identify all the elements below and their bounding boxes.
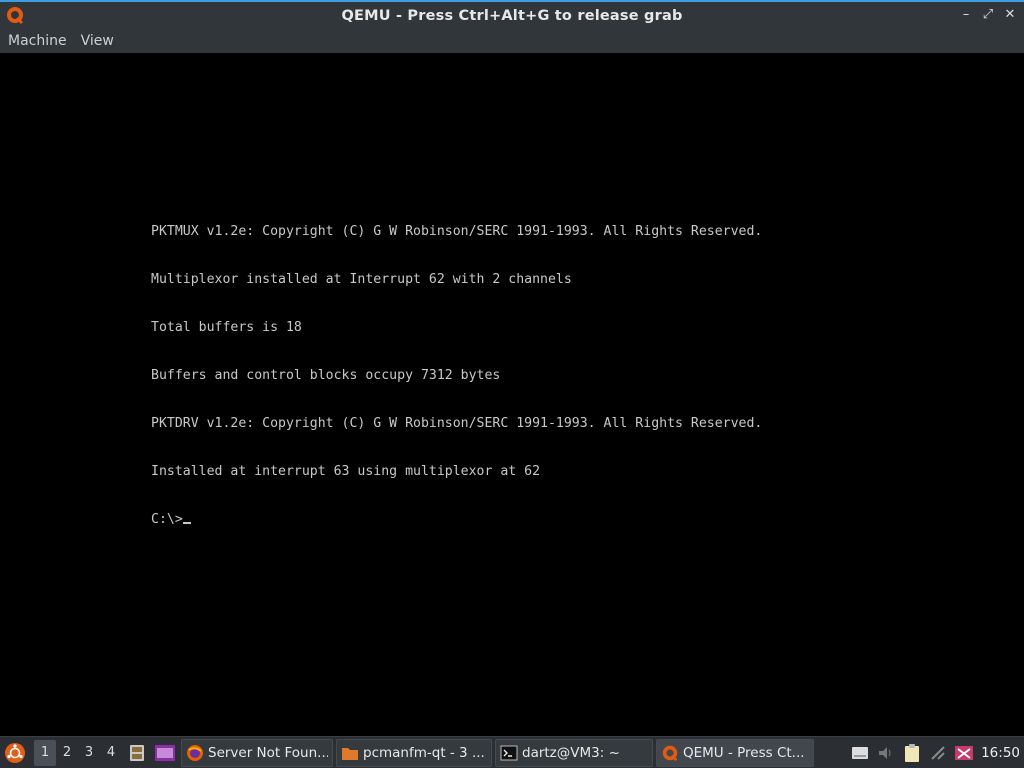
file-cabinet-icon	[130, 744, 144, 761]
desktop-4-button[interactable]: 4	[100, 740, 122, 766]
qemu-icon	[661, 744, 679, 762]
console-prompt-line[interactable]: C:\>	[151, 512, 762, 528]
task-qemu[interactable]: QEMU - Press Ct...	[656, 738, 814, 767]
menu-machine[interactable]: Machine	[8, 33, 67, 49]
network-icon[interactable]	[925, 740, 951, 766]
restore-button[interactable]: ⤢	[980, 6, 996, 24]
task-label: Server Not Foun...	[208, 744, 328, 761]
task-terminal[interactable]: dartz@VM3: ~	[495, 738, 653, 767]
desktop-2-button[interactable]: 2	[56, 740, 78, 766]
console-line: Total buffers is 18	[151, 320, 302, 335]
update-notifier-icon[interactable]	[951, 740, 977, 766]
dos-prompt: C:\>	[151, 512, 183, 527]
removable-drive-icon[interactable]	[847, 740, 873, 766]
window-controls: – ⤢ ✕	[958, 6, 1018, 24]
menu-bar: Machine View	[0, 29, 1024, 53]
task-label: QEMU - Press Ct...	[683, 744, 805, 761]
task-label: pcmanfm-qt - 3 ...	[363, 744, 485, 761]
desktop-3-button[interactable]: 3	[78, 740, 100, 766]
text-cursor	[182, 522, 191, 524]
qemu-icon	[5, 5, 25, 25]
guest-display[interactable]: PKTMUX v1.2e: Copyright (C) G W Robinson…	[0, 53, 1024, 736]
desktop-1-button[interactable]: 1	[34, 739, 56, 766]
window-titlebar[interactable]: QEMU - Press Ctrl+Alt+G to release grab …	[0, 0, 1024, 29]
menu-view[interactable]: View	[81, 33, 114, 49]
desktop-icon	[155, 744, 175, 761]
taskbar: 1 2 3 4 Server Not Foun... pcmanfm-qt - …	[0, 736, 1024, 768]
console-line: PKTMUX v1.2e: Copyright (C) G W Robinson…	[151, 224, 763, 239]
clipboard-icon[interactable]	[899, 740, 925, 766]
close-button[interactable]: ✕	[1002, 6, 1018, 24]
start-menu-icon	[5, 742, 25, 763]
show-desktop-launcher[interactable]	[152, 740, 178, 766]
console-line: Buffers and control blocks occupy 7312 b…	[151, 368, 501, 383]
task-firefox[interactable]: Server Not Foun...	[181, 738, 333, 767]
minimize-button[interactable]: –	[958, 6, 974, 24]
console-line: Multiplexor installed at Interrupt 62 wi…	[151, 272, 572, 287]
console-line: PKTDRV v1.2e: Copyright (C) G W Robinson…	[151, 416, 763, 431]
start-menu-button[interactable]	[2, 740, 28, 766]
dos-console: PKTMUX v1.2e: Copyright (C) G W Robinson…	[151, 192, 762, 560]
file-manager-launcher[interactable]	[124, 740, 150, 766]
clock[interactable]: 16:50	[977, 745, 1024, 761]
folder-icon	[341, 744, 359, 762]
volume-icon[interactable]	[873, 740, 899, 766]
console-line: Installed at interrupt 63 using multiple…	[151, 464, 541, 479]
window-title: QEMU - Press Ctrl+Alt+G to release grab	[341, 7, 683, 24]
task-pcmanfm[interactable]: pcmanfm-qt - 3 ...	[336, 738, 492, 767]
system-tray: 16:50	[847, 740, 1024, 766]
terminal-icon	[500, 744, 518, 762]
firefox-icon	[186, 744, 204, 762]
task-label: dartz@VM3: ~	[522, 744, 620, 761]
